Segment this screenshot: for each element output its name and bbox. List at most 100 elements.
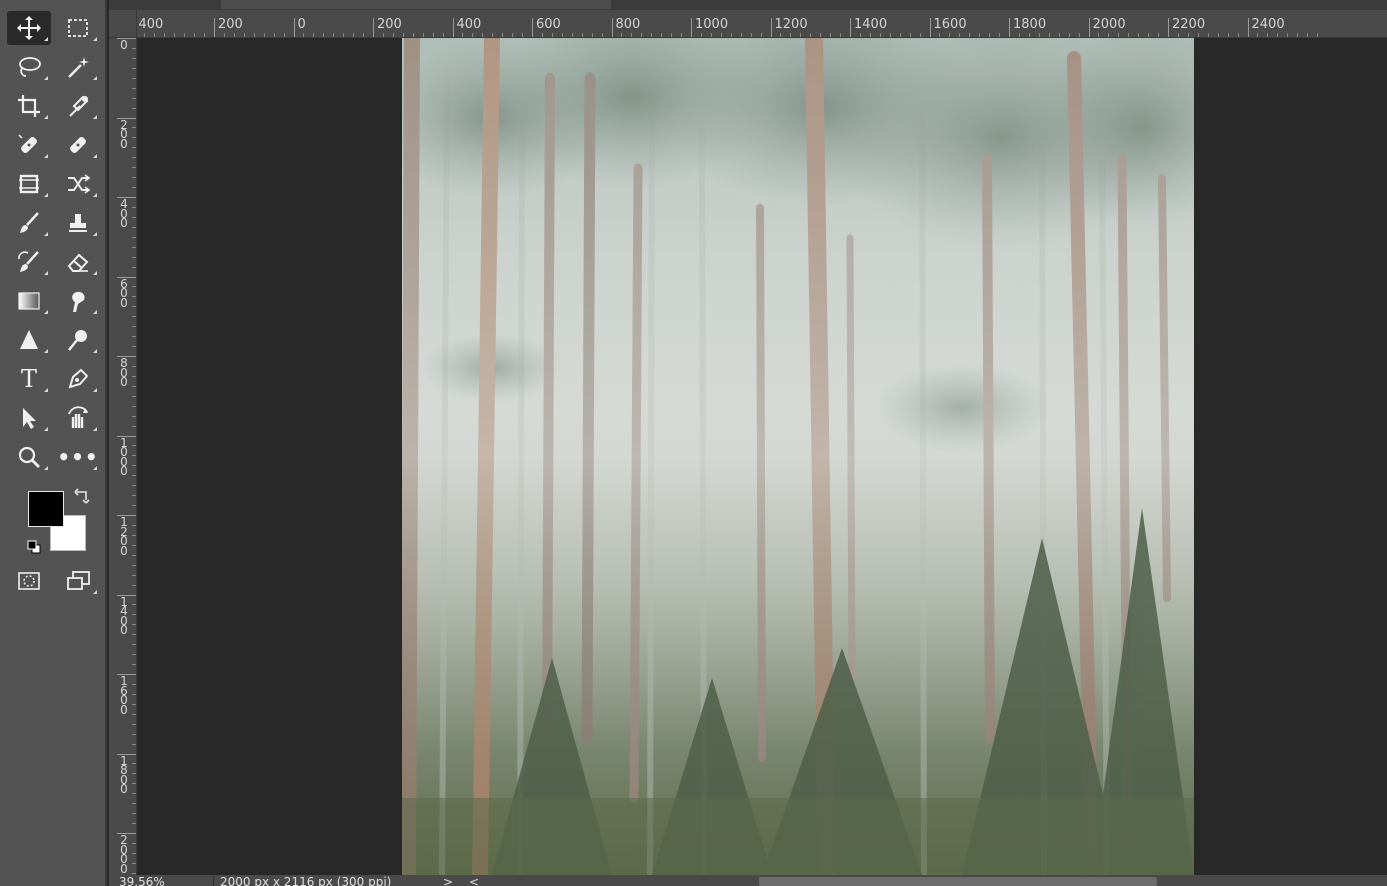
ruler-minor-tick xyxy=(132,485,136,487)
magic-wand-tool[interactable] xyxy=(56,50,100,84)
ruler-minor-tick xyxy=(132,813,136,815)
swap-colors-icon[interactable] xyxy=(74,487,92,505)
red-eye-tool[interactable] xyxy=(56,167,100,201)
ruler-minor-tick xyxy=(144,33,146,37)
sharpen-tool[interactable] xyxy=(7,323,51,357)
ruler-minor-tick xyxy=(132,634,136,636)
ruler-label: 1000 xyxy=(120,435,128,478)
ruler-minor-tick xyxy=(132,445,136,447)
crop-tool[interactable] xyxy=(7,89,51,123)
document-info[interactable]: 2000 px x 2116 px (300 ppi) xyxy=(213,876,460,886)
ruler-minor-tick xyxy=(132,475,136,477)
tool-group-indicator xyxy=(93,154,97,158)
ruler-minor-tick xyxy=(132,296,136,298)
zoom-tool[interactable] xyxy=(7,440,51,474)
type-tool[interactable]: T xyxy=(7,362,51,396)
ruler-minor-tick xyxy=(800,33,802,37)
ruler-label: 200 xyxy=(120,117,128,151)
ruler-minor-tick xyxy=(243,33,245,37)
ruler-minor-tick xyxy=(132,723,136,725)
healing-brush-tool[interactable] xyxy=(56,128,100,162)
magic-wand-icon xyxy=(68,57,89,78)
quick-mask-mode[interactable] xyxy=(7,564,51,598)
gradient-tool[interactable] xyxy=(7,284,51,318)
ruler-label: 2200 xyxy=(1172,17,1206,32)
history-brush-tool[interactable] xyxy=(7,245,51,279)
smudge-tool[interactable] xyxy=(56,284,100,318)
bandage-icon xyxy=(70,137,86,153)
ruler-minor-tick xyxy=(132,97,136,99)
ruler-minor-tick xyxy=(989,33,991,37)
ruler-minor-tick xyxy=(132,554,136,556)
ruler-minor-tick xyxy=(1237,33,1239,37)
forest-photo[interactable] xyxy=(402,38,1194,875)
horizontal-ruler[interactable]: 6004002000200400600800100012001400160018… xyxy=(109,10,1387,38)
tool-group-indicator xyxy=(44,388,48,392)
ruler-minor-tick xyxy=(132,137,136,139)
ruler-minor-tick xyxy=(223,33,225,37)
ruler-label: 0 xyxy=(120,38,128,52)
ruler-major-tick xyxy=(214,18,215,37)
ruler-minor-tick xyxy=(132,57,136,59)
smudge-icon xyxy=(72,291,85,312)
ruler-minor-tick xyxy=(720,33,722,37)
foreground-color-swatch[interactable] xyxy=(28,491,64,527)
scroll-left-arrow[interactable]: < xyxy=(469,876,479,886)
spot-healing-brush-tool[interactable] xyxy=(7,128,51,162)
ruler-minor-tick xyxy=(132,495,136,497)
ruler-minor-tick xyxy=(132,862,136,864)
chevron-right-icon[interactable]: > xyxy=(443,876,453,886)
dodge-icon xyxy=(68,330,87,351)
tool-group-indicator xyxy=(44,193,48,197)
pen-tool[interactable] xyxy=(56,362,100,396)
ruler-label: 800 xyxy=(120,356,128,389)
ruler-minor-tick xyxy=(780,33,782,37)
status-bar: 39.56% 2000 px x 2116 px (300 ppi) > < xyxy=(109,875,1387,886)
ruler-minor-tick xyxy=(1317,33,1319,37)
ruler-minor-tick xyxy=(263,33,265,37)
quick-mask-icon xyxy=(18,572,40,590)
content-aware-move-tool[interactable] xyxy=(7,167,51,201)
ruler-minor-tick xyxy=(132,743,136,745)
ruler-minor-tick xyxy=(132,256,136,258)
tools-panel: T ••• xyxy=(0,0,107,886)
vertical-ruler[interactable]: 0 200 400 600 800 1000 1200 1400 1600 1800 2000 xyxy=(109,37,137,886)
ruler-minor-tick xyxy=(132,703,136,705)
ruler-label: 2000 xyxy=(120,833,128,876)
ruler-minor-tick xyxy=(132,872,136,874)
ruler-minor-tick xyxy=(132,415,136,417)
triangle-icon xyxy=(20,330,38,349)
ruler-minor-tick xyxy=(132,793,136,795)
ruler-origin[interactable] xyxy=(109,10,137,38)
path-selection-tool[interactable] xyxy=(7,401,51,435)
lasso-tool[interactable] xyxy=(7,50,51,84)
ruler-minor-tick xyxy=(710,33,712,37)
ruler-minor-tick xyxy=(1138,33,1140,37)
rotate-view-tool[interactable] xyxy=(56,401,100,435)
eyedropper-tool[interactable] xyxy=(56,89,100,123)
ruler-minor-tick xyxy=(253,33,255,37)
zoom-level-field[interactable]: 39.56% xyxy=(119,876,165,886)
rectangular-marquee-tool[interactable] xyxy=(56,11,100,45)
clone-stamp-tool[interactable] xyxy=(56,206,100,240)
ruler-minor-tick xyxy=(671,33,673,37)
move-tool[interactable] xyxy=(7,11,51,45)
tool-group-indicator xyxy=(93,232,97,236)
edit-toolbar[interactable]: ••• xyxy=(56,440,100,474)
ruler-minor-tick xyxy=(132,713,136,715)
brush-tool[interactable] xyxy=(7,206,51,240)
screen-mode[interactable] xyxy=(56,564,100,598)
canvas-area[interactable] xyxy=(137,38,1387,875)
ruler-label: 1400 xyxy=(854,17,888,32)
crop-icon xyxy=(18,95,40,117)
horizontal-scrollbar-thumb[interactable] xyxy=(759,877,1157,886)
ruler-minor-tick xyxy=(132,654,136,656)
dodge-tool[interactable] xyxy=(56,323,100,357)
tool-group-indicator xyxy=(44,271,48,275)
ruler-minor-tick xyxy=(1307,33,1309,37)
default-colors-icon[interactable] xyxy=(26,539,42,555)
ruler-minor-tick xyxy=(283,33,285,37)
document-tab[interactable] xyxy=(221,0,611,9)
eraser-tool[interactable] xyxy=(56,245,100,279)
ruler-minor-tick xyxy=(1217,33,1219,37)
